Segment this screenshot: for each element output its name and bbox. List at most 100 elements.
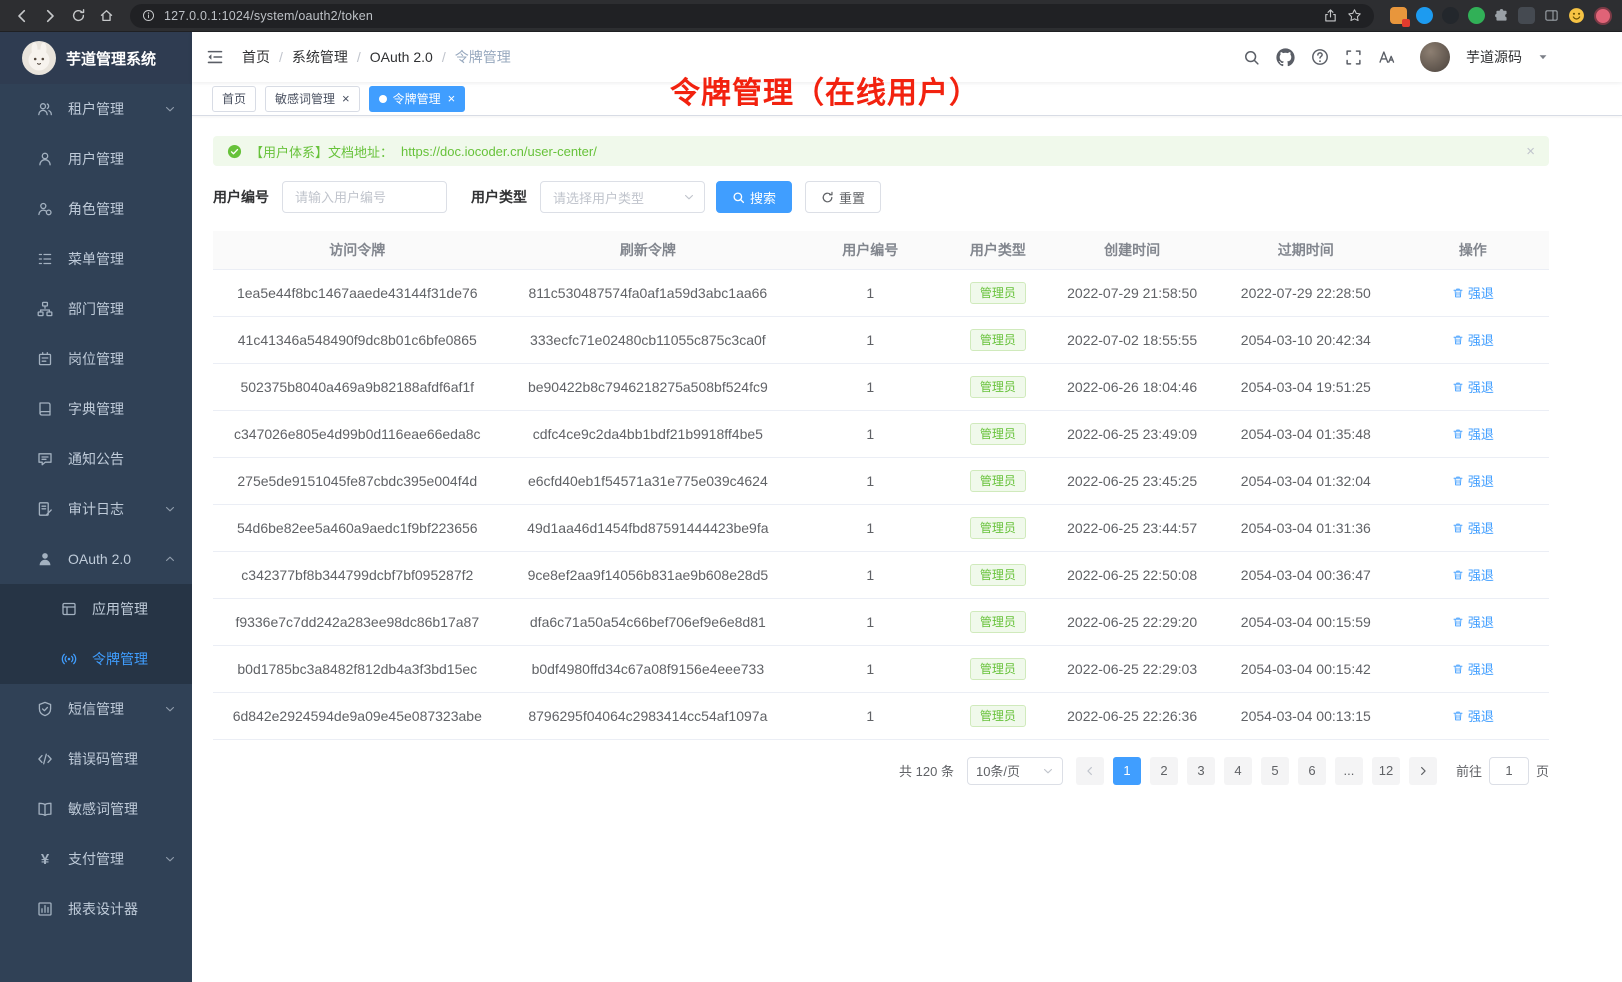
breadcrumb-item[interactable]: OAuth 2.0 [370, 49, 433, 65]
force-logout-button[interactable]: 强退 [1452, 471, 1494, 490]
sidebar-item-menu[interactable]: 菜单管理 [0, 234, 192, 284]
sidebar-item-label: 租户管理 [68, 99, 164, 119]
action-cell: 强退 [1397, 316, 1549, 363]
breadcrumb-separator: / [442, 49, 446, 65]
goto-page-input[interactable] [1489, 757, 1529, 785]
page-button[interactable]: 3 [1187, 757, 1215, 785]
browser-profile-avatar[interactable] [1594, 7, 1612, 25]
browser-back-icon[interactable] [10, 4, 34, 28]
user-avatar[interactable] [1420, 42, 1450, 72]
force-logout-button[interactable]: 强退 [1452, 424, 1494, 443]
sidebar-item-post[interactable]: 岗位管理 [0, 334, 192, 384]
reset-button[interactable]: 重置 [805, 181, 881, 213]
sidebar-item-role[interactable]: 角色管理 [0, 184, 192, 234]
extension-icon-3[interactable] [1442, 7, 1459, 24]
extension-icon-1[interactable] [1390, 7, 1407, 24]
alert-close-icon[interactable]: × [1526, 143, 1535, 160]
prev-page-button[interactable] [1076, 757, 1104, 785]
expire-time-cell: 2054-03-04 00:36:47 [1215, 551, 1397, 598]
sidebar-fold-icon[interactable] [206, 48, 224, 66]
tab-close-icon[interactable]: × [342, 92, 350, 105]
extension-icon-4[interactable] [1468, 7, 1485, 24]
sidebar-item-dict[interactable]: 字典管理 [0, 384, 192, 434]
sidebar-item-report[interactable]: 报表设计器 [0, 884, 192, 934]
sidebar-item-oauth2-token[interactable]: 令牌管理 [0, 634, 192, 684]
sidebar-item-notice[interactable]: 通知公告 [0, 434, 192, 484]
user-id-cell: 1 [794, 363, 946, 410]
page-size-select[interactable]: 10条/页 [967, 757, 1063, 785]
table-header-row: 访问令牌刷新令牌用户编号用户类型创建时间过期时间操作 [213, 231, 1549, 269]
user-name[interactable]: 芋道源码 [1466, 47, 1522, 67]
extension-icon-2[interactable] [1416, 7, 1433, 24]
access-token-cell: c342377bf8b344799dcbf7bf095287f2 [213, 551, 502, 598]
profile-smiley-icon[interactable] [1568, 7, 1585, 24]
browser-address-bar[interactable]: 127.0.0.1:1024/system/oauth2/token [130, 4, 1374, 28]
sidebar-item-sensitive-word[interactable]: 敏感词管理 [0, 784, 192, 834]
tab-close-icon[interactable]: × [448, 92, 456, 105]
check-circle-icon [227, 144, 242, 159]
user-type-label: 用户类型 [471, 187, 527, 207]
force-logout-label: 强退 [1468, 424, 1494, 443]
sidebar: 芋道管理系统 租户管理用户管理角色管理菜单管理部门管理岗位管理字典管理通知公告审… [0, 32, 192, 982]
more-pages-button[interactable]: ... [1335, 757, 1363, 785]
browser-home-icon[interactable] [94, 4, 118, 28]
refresh-token-cell: b0df4980ffd34c67a08f9156e4eee733 [502, 645, 795, 692]
fullscreen-icon[interactable] [1345, 49, 1362, 66]
breadcrumb-item[interactable]: 首页 [242, 47, 270, 67]
force-logout-label: 强退 [1468, 518, 1494, 537]
table-body: 1ea5e44f8bc1467aaede43144f31de76811c5304… [213, 269, 1549, 739]
sidebar-item-error-code[interactable]: 错误码管理 [0, 734, 192, 784]
tab-home[interactable]: 首页 [212, 86, 256, 112]
sidebar-item-pay[interactable]: ¥支付管理 [0, 834, 192, 884]
sidebar-item-dept[interactable]: 部门管理 [0, 284, 192, 334]
force-logout-button[interactable]: 强退 [1452, 330, 1494, 349]
page-button[interactable]: 5 [1261, 757, 1289, 785]
page-button[interactable]: 2 [1150, 757, 1178, 785]
share-icon[interactable] [1323, 8, 1338, 23]
github-icon[interactable] [1276, 48, 1295, 67]
page-button[interactable]: 6 [1298, 757, 1326, 785]
user-id-input[interactable] [282, 181, 447, 213]
tab-oauth2-token[interactable]: 令牌管理× [369, 86, 466, 112]
force-logout-button[interactable]: 强退 [1452, 518, 1494, 537]
user-type-select[interactable]: 请选择用户类型 [540, 181, 705, 213]
action-cell: 强退 [1397, 410, 1549, 457]
site-info-icon[interactable] [142, 9, 155, 22]
next-page-button[interactable] [1409, 757, 1437, 785]
search-icon[interactable] [1243, 49, 1260, 66]
user-type-cell: 管理员 [946, 504, 1049, 551]
sidebar-item-oauth2[interactable]: OAuth 2.0 [0, 534, 192, 584]
access-token-cell: f9336e7c7dd242a283ee98dc86b17a87 [213, 598, 502, 645]
sidebar-item-oauth2-application[interactable]: 应用管理 [0, 584, 192, 634]
extensions-puzzle-icon[interactable] [1494, 8, 1509, 23]
page-button[interactable]: 12 [1372, 757, 1400, 785]
user-type-badge: 管理员 [970, 658, 1026, 680]
force-logout-button[interactable]: 强退 [1452, 706, 1494, 725]
browser-reload-icon[interactable] [66, 4, 90, 28]
breadcrumb-item[interactable]: 系统管理 [292, 47, 348, 67]
bookmark-star-icon[interactable] [1347, 8, 1362, 23]
column-header: 用户编号 [794, 231, 946, 269]
refresh-icon [821, 191, 834, 204]
sidebar-item-audit-log[interactable]: 审计日志 [0, 484, 192, 534]
extension-icon-5[interactable] [1518, 7, 1535, 24]
sidebar-item-user[interactable]: 用户管理 [0, 134, 192, 184]
sidebar-item-sms[interactable]: 短信管理 [0, 684, 192, 734]
force-logout-button[interactable]: 强退 [1452, 565, 1494, 584]
sidebar-item-tenant[interactable]: 租户管理 [0, 84, 192, 134]
force-logout-button[interactable]: 强退 [1452, 612, 1494, 631]
alert-link[interactable]: https://doc.iocoder.cn/user-center/ [401, 144, 597, 159]
caret-down-icon[interactable] [1538, 52, 1548, 62]
browser-forward-icon[interactable] [38, 4, 62, 28]
tab-sensitive-word[interactable]: 敏感词管理× [265, 86, 360, 112]
page-button[interactable]: 1 [1113, 757, 1141, 785]
search-button[interactable]: 搜索 [716, 181, 792, 213]
page-button[interactable]: 4 [1224, 757, 1252, 785]
delete-icon [1452, 522, 1464, 534]
force-logout-button[interactable]: 强退 [1452, 283, 1494, 302]
force-logout-button[interactable]: 强退 [1452, 377, 1494, 396]
force-logout-button[interactable]: 强退 [1452, 659, 1494, 678]
side-panel-icon[interactable] [1544, 8, 1559, 23]
font-size-icon[interactable] [1378, 48, 1396, 66]
help-icon[interactable] [1311, 48, 1329, 66]
